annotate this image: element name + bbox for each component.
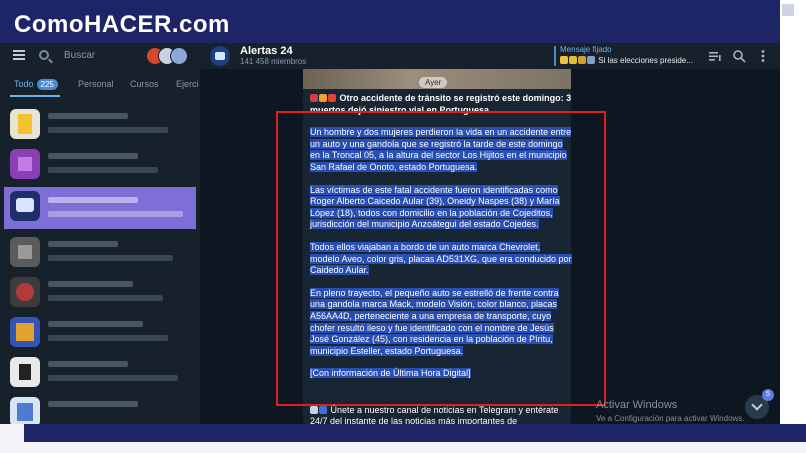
channel-avatar[interactable] (210, 46, 230, 66)
tab-ejercicios[interactable]: Ejerci (176, 79, 199, 89)
avatar (10, 237, 40, 267)
chat-header: Alertas 24 141 458 miembros Mensaje fija… (200, 43, 780, 69)
pinned-list-icon[interactable] (708, 49, 722, 63)
frame-bottom-bar (24, 424, 806, 442)
unread-count-badge: 5 (762, 389, 774, 401)
blurred-text (48, 321, 143, 327)
blurred-text (48, 241, 118, 247)
activation-subtitle: Ve a Configuración para activar Windows. (596, 414, 745, 423)
tab-label: Cursos (130, 79, 159, 89)
chat-sidebar: Buscar Todo 225 Personal Cursos Ejerci (0, 43, 200, 424)
avatar (10, 317, 40, 347)
blurred-text (48, 255, 173, 261)
telegram-window: Buscar Todo 225 Personal Cursos Ejerci A… (0, 43, 780, 424)
search-placeholder: Buscar (64, 50, 96, 61)
avatar (170, 47, 188, 65)
chat-list (0, 101, 200, 424)
tab-todo[interactable]: Todo 225 (14, 79, 58, 90)
blurred-text (48, 167, 158, 173)
blurred-text (48, 197, 138, 203)
car-emoji-icon (328, 94, 336, 102)
link-emoji-icon (319, 406, 327, 414)
tab-label: Ejerci (176, 79, 199, 89)
emoji-icon (587, 56, 595, 64)
emoji-icon (578, 56, 586, 64)
blurred-text (48, 295, 163, 301)
search-icon[interactable] (732, 49, 746, 63)
alert-emoji-icon (310, 94, 318, 102)
list-item[interactable] (4, 273, 196, 311)
menu-icon[interactable] (13, 50, 25, 60)
avatar (10, 397, 40, 424)
folder-tabs: Todo 225 Personal Cursos Ejerci (0, 75, 200, 97)
emoji-icon (569, 56, 577, 64)
list-item[interactable] (4, 233, 196, 271)
brand-logo: ComoHACER.com (14, 10, 230, 40)
collision-emoji-icon (319, 94, 327, 102)
frame-right-strip (780, 0, 806, 424)
tab-label: Todo (14, 79, 34, 89)
avatar (10, 277, 40, 307)
next-message-content: Únete a nuestro canal de noticias en Tel… (310, 405, 559, 424)
blurred-text (48, 361, 128, 367)
blurred-text (48, 211, 183, 217)
pinned-indicator (554, 46, 556, 66)
channel-member-count: 141 458 miembros (240, 57, 307, 66)
corner-decoration (782, 4, 794, 16)
megaphone-emoji-icon (310, 406, 318, 414)
chat-pane: Ayer Otro accidente de tránsito se regis… (200, 43, 780, 424)
avatar (10, 149, 40, 179)
pinned-message-preview[interactable]: Si las elecciones preside... (560, 56, 693, 65)
list-item[interactable] (4, 105, 196, 143)
sidebar-top-bar: Buscar (0, 43, 200, 69)
more-options-icon[interactable] (756, 49, 770, 63)
tab-personal[interactable]: Personal (78, 79, 114, 89)
unread-badge: 225 (36, 79, 58, 90)
channel-title[interactable]: Alertas 24 (240, 45, 293, 57)
avatar (10, 357, 40, 387)
list-item[interactable] (4, 353, 196, 391)
blurred-text (48, 153, 138, 159)
next-message-text[interactable]: Únete a nuestro canal de noticias en Tel… (310, 405, 572, 424)
activation-title: Activar Windows (596, 399, 678, 411)
tab-label: Personal (78, 79, 114, 89)
search-input[interactable]: Buscar (34, 46, 190, 66)
story-avatars[interactable] (146, 47, 192, 67)
list-item[interactable] (4, 145, 196, 183)
avatar (10, 109, 40, 139)
blurred-text (48, 401, 138, 407)
list-item[interactable] (4, 393, 196, 424)
blurred-text (48, 375, 178, 381)
list-item[interactable] (4, 313, 196, 351)
blurred-text (48, 113, 128, 119)
blurred-text (48, 127, 168, 133)
search-icon (39, 50, 49, 60)
avatar (10, 191, 40, 221)
brand-logo-text: ComoHACER.com (14, 11, 230, 38)
active-tab-indicator (10, 95, 60, 97)
emoji-icon (560, 56, 568, 64)
tab-cursos[interactable]: Cursos (130, 79, 159, 89)
date-separator: Ayer (419, 77, 448, 88)
list-item-selected[interactable] (4, 187, 196, 229)
blurred-text (48, 335, 168, 341)
pinned-label[interactable]: Mensaje fijado (560, 45, 612, 54)
blurred-text (48, 281, 133, 287)
pinned-text: Si las elecciones preside... (598, 56, 693, 65)
windows-activation-watermark: Activar Windows Ve a Configuración para … (596, 399, 745, 423)
highlight-annotation-box (276, 111, 606, 406)
